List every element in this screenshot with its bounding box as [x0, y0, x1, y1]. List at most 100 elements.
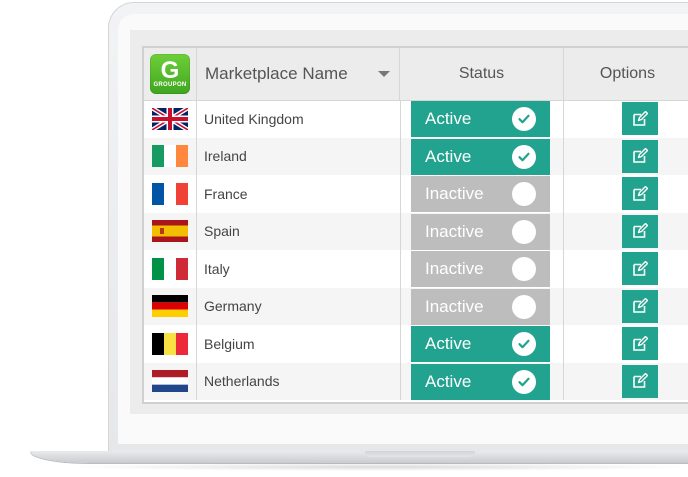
status-toggle[interactable]: Inactive — [411, 288, 550, 325]
flag-cell — [144, 137, 197, 175]
toggle-knob — [512, 369, 536, 394]
column-divider — [400, 100, 401, 138]
table-row: Germany Inactive — [144, 287, 688, 325]
column-divider — [563, 250, 564, 288]
edit-icon — [633, 260, 648, 276]
edit-button[interactable] — [622, 177, 658, 210]
flag-cell — [144, 175, 197, 213]
toggle-knob — [512, 144, 536, 169]
table-row: France Inactive — [144, 175, 688, 213]
status-label: Inactive — [425, 221, 484, 241]
column-header-name-label: Marketplace Name — [205, 64, 348, 83]
column-divider — [400, 362, 401, 400]
column-header-status-label: Status — [458, 65, 505, 82]
marketplace-name: Germany — [204, 298, 262, 315]
marketplace-name: France — [204, 185, 248, 202]
belgium-flag-icon — [152, 332, 188, 355]
status-label: Active — [425, 334, 472, 353]
edit-button[interactable] — [622, 214, 658, 248]
toggle-knob — [512, 219, 536, 244]
flag-cell — [144, 250, 197, 288]
status-toggle[interactable]: Inactive — [411, 251, 550, 287]
column-divider — [563, 212, 564, 250]
table-row: Ireland Active — [144, 137, 688, 175]
table-row: Netherlands Active — [144, 362, 688, 400]
column-divider — [400, 137, 401, 175]
status-toggle[interactable]: Active — [411, 363, 550, 400]
toggle-knob — [512, 107, 536, 131]
column-divider — [563, 362, 564, 400]
flag-cell — [144, 100, 197, 138]
edit-icon — [633, 298, 648, 313]
status-label: Inactive — [425, 296, 484, 316]
groupon-logo: G GROUPON — [150, 54, 190, 94]
spain-flag-icon — [152, 220, 188, 243]
column-divider — [563, 100, 564, 138]
status-toggle[interactable]: Inactive — [411, 213, 550, 250]
column-divider — [400, 325, 401, 363]
status-toggle[interactable]: Active — [411, 101, 550, 137]
edit-icon — [633, 335, 648, 351]
edit-icon — [633, 185, 648, 201]
edit-button[interactable] — [622, 327, 658, 360]
column-header-options: Options — [563, 48, 688, 100]
column-divider — [400, 287, 401, 325]
status-label: Active — [425, 371, 472, 391]
toggle-knob — [512, 257, 536, 281]
edit-icon — [633, 373, 648, 388]
status-label: Active — [425, 146, 472, 166]
table-row: United Kingdom Active — [144, 100, 688, 138]
status-label: Inactive — [425, 259, 484, 278]
status-label: Inactive — [425, 184, 484, 203]
status-toggle[interactable]: Inactive — [411, 176, 550, 212]
table-header: G GROUPON Marketplace Name Status Option… — [144, 48, 688, 101]
edit-button[interactable] — [622, 364, 658, 398]
edit-button[interactable] — [622, 139, 658, 173]
uk-flag-icon — [152, 107, 188, 130]
column-divider — [563, 287, 564, 325]
logo-letter: G — [160, 57, 180, 84]
column-header-status: Status — [400, 48, 564, 100]
status-label: Active — [425, 109, 472, 128]
check-icon — [518, 114, 530, 124]
column-divider — [563, 325, 564, 363]
marketplace-name: Spain — [204, 223, 240, 240]
laptop-notch — [365, 451, 475, 457]
edit-icon — [633, 110, 648, 126]
flag-cell — [144, 362, 197, 400]
edit-icon — [633, 148, 648, 163]
table-row: Italy Inactive — [144, 250, 688, 288]
flag-cell — [144, 325, 197, 363]
column-divider — [563, 175, 564, 213]
laptop-base — [30, 451, 688, 463]
column-header-name[interactable]: Marketplace Name — [196, 48, 400, 100]
edit-button[interactable] — [622, 102, 658, 135]
check-icon — [518, 339, 530, 349]
logo-text: GROUPON — [153, 82, 187, 88]
sort-down-icon[interactable] — [378, 71, 390, 77]
edit-button[interactable] — [622, 289, 658, 323]
table-row: Spain Inactive — [144, 212, 688, 250]
column-header-options-label: Options — [599, 65, 656, 82]
check-icon — [518, 377, 530, 386]
laptop-shadow — [60, 463, 688, 471]
header-logo-cell: G GROUPON — [144, 48, 197, 100]
germany-flag-icon — [152, 295, 188, 318]
column-divider — [400, 250, 401, 288]
check-icon — [518, 152, 530, 161]
ireland-flag-icon — [152, 145, 188, 168]
laptop-mockup: G GROUPON Marketplace Name Status Option… — [0, 0, 688, 477]
screen: G GROUPON Marketplace Name Status Option… — [130, 30, 688, 414]
france-flag-icon — [152, 182, 188, 205]
status-toggle[interactable]: Active — [411, 326, 550, 362]
marketplace-table: G GROUPON Marketplace Name Status Option… — [142, 46, 688, 404]
marketplace-name: Netherlands — [204, 373, 280, 390]
column-divider — [400, 175, 401, 213]
flag-cell — [144, 212, 197, 250]
edit-icon — [633, 223, 648, 238]
marketplace-name: Ireland — [204, 148, 247, 165]
marketplace-name: United Kingdom — [204, 110, 304, 127]
column-divider — [563, 137, 564, 175]
edit-button[interactable] — [622, 252, 658, 285]
status-toggle[interactable]: Active — [411, 138, 550, 175]
